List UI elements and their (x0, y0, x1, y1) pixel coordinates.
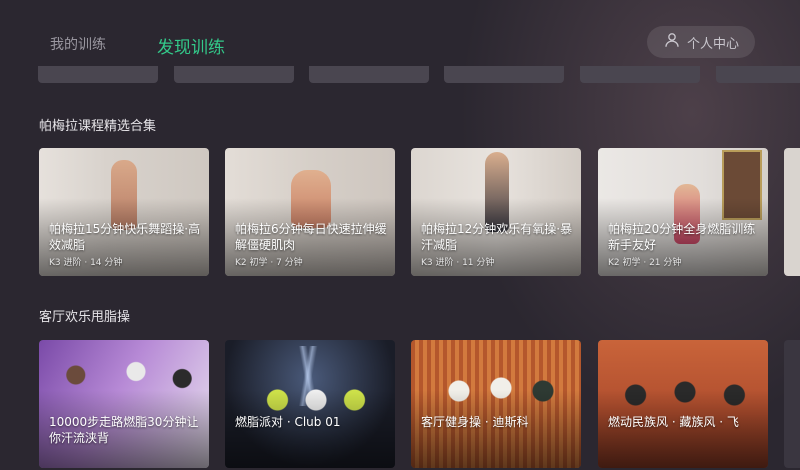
scrolled-card[interactable] (716, 66, 800, 83)
card-title: 帕梅拉12分钟欢乐有氧操·暴汗减脂 (421, 222, 573, 252)
card-meta: K2 初学 · 21 分钟 (608, 258, 682, 268)
user-icon (663, 31, 681, 53)
tab-my-training[interactable]: 我的训练 (50, 34, 106, 54)
course-card[interactable]: 帕梅拉12分钟欢乐有氧操·暴汗减脂 K3 进阶 · 11 分钟 (411, 148, 581, 276)
card-meta: K2 初学 · 7 分钟 (235, 258, 303, 268)
scrolled-card-row (0, 66, 800, 84)
course-card-partial[interactable] (784, 148, 800, 276)
course-card[interactable]: 帕梅拉20分钟全身燃脂训练 新手友好 K2 初学 · 21 分钟 (598, 148, 768, 276)
card-title: 燃动民族风 · 藏族风 · 飞 (608, 415, 739, 429)
tab-discover-training[interactable]: 发现训练 (157, 33, 225, 58)
card-title: 帕梅拉20分钟全身燃脂训练 新手友好 (608, 222, 756, 252)
user-center-button[interactable]: 个人中心 (647, 26, 755, 58)
course-card[interactable]: 10000步走路燃脂30分钟让你汗流浃背 (39, 340, 209, 468)
card-title: 客厅健身操 · 迪斯科 (421, 415, 529, 429)
card-thumbnail (784, 340, 800, 468)
section-title: 客厅欢乐甩脂操 (39, 310, 131, 325)
section-title: 帕梅拉课程精选合集 (39, 119, 157, 134)
card-thumbnail (784, 148, 800, 276)
card-title: 燃脂派对 · Club 01 (235, 415, 341, 429)
card-meta: K3 进阶 · 11 分钟 (421, 258, 495, 268)
course-card[interactable]: 客厅健身操 · 迪斯科 (411, 340, 581, 468)
card-title: 10000步走路燃脂30分钟让你汗流浃背 (49, 415, 199, 445)
course-card[interactable]: 帕梅拉6分钟每日快速拉伸缓解僵硬肌肉 K2 初学 · 7 分钟 (225, 148, 395, 276)
course-card-row: 帕梅拉15分钟快乐舞蹈操·高效减脂 K3 进阶 · 14 分钟 帕梅拉6分钟每日… (0, 148, 800, 278)
scrolled-card[interactable] (580, 66, 700, 83)
course-card[interactable]: 燃脂派对 · Club 01 (225, 340, 395, 468)
scrolled-card[interactable] (309, 66, 429, 83)
scrolled-card[interactable] (38, 66, 158, 83)
course-card-partial[interactable] (784, 340, 800, 468)
top-navigation: 我的训练 发现训练 个人中心 (0, 0, 800, 62)
scrolled-card[interactable] (444, 66, 564, 83)
user-center-label: 个人中心 (686, 36, 739, 52)
card-title: 帕梅拉6分钟每日快速拉伸缓解僵硬肌肉 (235, 222, 387, 252)
course-card[interactable]: 帕梅拉15分钟快乐舞蹈操·高效减脂 K3 进阶 · 14 分钟 (39, 148, 209, 276)
card-meta: K3 进阶 · 14 分钟 (49, 258, 123, 268)
scrolled-card[interactable] (174, 66, 294, 83)
course-card[interactable]: 燃动民族风 · 藏族风 · 飞 (598, 340, 768, 468)
card-title: 帕梅拉15分钟快乐舞蹈操·高效减脂 (49, 222, 201, 252)
